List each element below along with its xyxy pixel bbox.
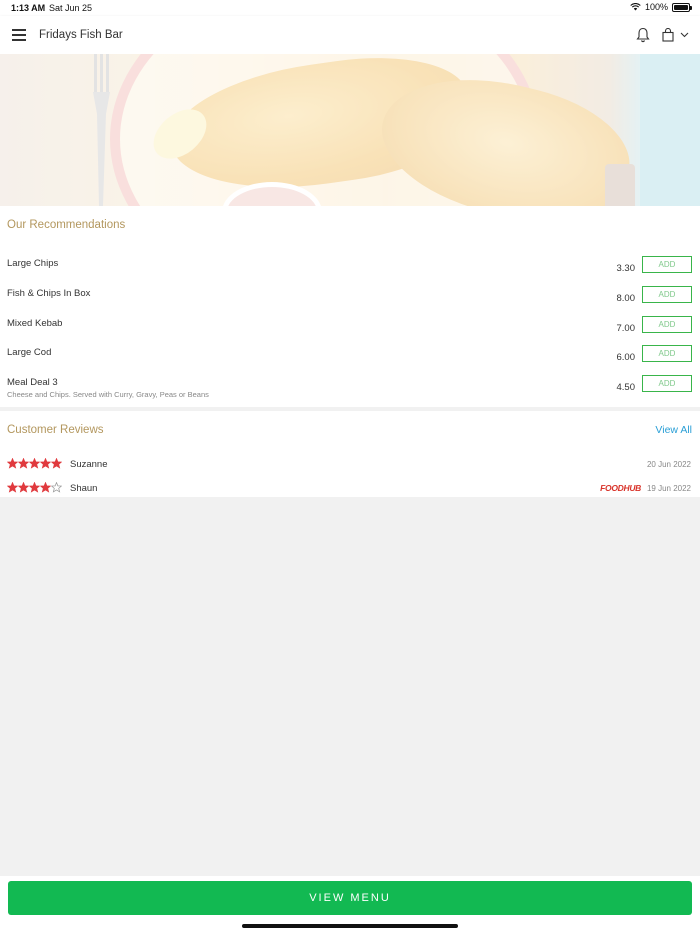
hero-food-image (0, 54, 700, 206)
item-description: Cheese and Chips. Served with Curry, Gra… (7, 390, 209, 399)
item-name: Mixed Kebab (7, 318, 63, 329)
menu-icon[interactable] (12, 29, 26, 41)
chevron-down-icon[interactable] (680, 32, 689, 38)
star-filled-icon (7, 458, 18, 469)
star-filled-icon (40, 482, 51, 493)
add-button[interactable]: ADD (642, 375, 692, 392)
item-price: 6.00 (616, 352, 636, 363)
add-button[interactable]: ADD (642, 256, 692, 273)
reviewer-name: Suzanne (70, 459, 108, 470)
shopping-bag-icon[interactable] (662, 28, 674, 42)
foodhub-logo: FOODHUB (600, 483, 641, 493)
star-filled-icon (29, 458, 40, 469)
review-item: Shaun FOODHUB 19 Jun 2022 (0, 482, 700, 498)
item-price: 4.50 (616, 382, 636, 393)
recommendation-item: Large Chips 3.30 ADD (0, 256, 700, 286)
recommendation-item: Meal Deal 3 Cheese and Chips. Served wit… (0, 375, 700, 405)
reviews-section: Customer Reviews View All Suzanne 20 Jun… (0, 411, 700, 497)
status-date: Sat Jun 25 (49, 3, 93, 13)
add-button[interactable]: ADD (642, 316, 692, 333)
item-name: Fish & Chips In Box (7, 288, 91, 299)
view-all-link[interactable]: View All (655, 424, 692, 436)
bottom-bar: VIEW MENU (0, 876, 700, 934)
bell-icon[interactable] (636, 27, 650, 43)
status-bar: 1:13 AM Sat Jun 25 100% (0, 0, 700, 16)
recommendations-title: Our Recommendations (7, 219, 126, 231)
recommendation-item: Fish & Chips In Box 8.00 ADD (0, 286, 700, 316)
star-filled-icon (29, 482, 40, 493)
review-date: 19 Jun 2022 (646, 484, 691, 493)
star-filled-icon (40, 458, 51, 469)
recommendations-section: Our Recommendations Large Chips 3.30 ADD… (0, 206, 700, 407)
app-header: Fridays Fish Bar (0, 16, 700, 54)
item-price: 8.00 (616, 293, 636, 304)
review-item: Suzanne 20 Jun 2022 (0, 458, 700, 474)
item-name: Large Chips (7, 258, 59, 269)
item-price: 3.30 (616, 263, 636, 274)
star-rating (7, 482, 62, 493)
review-date: 20 Jun 2022 (646, 460, 691, 469)
item-price: 7.00 (616, 323, 636, 334)
add-button[interactable]: ADD (642, 286, 692, 303)
view-menu-button[interactable]: VIEW MENU (8, 881, 692, 915)
reviews-title: Customer Reviews (7, 424, 104, 436)
status-time: 1:13 AM (11, 3, 46, 13)
status-right: 100% (630, 2, 692, 12)
wifi-icon (630, 3, 641, 11)
battery-icon (672, 2, 692, 12)
star-filled-icon (51, 458, 62, 469)
add-button[interactable]: ADD (642, 345, 692, 362)
item-name: Meal Deal 3 (7, 377, 58, 388)
star-filled-icon (18, 458, 29, 469)
star-empty-icon (51, 482, 62, 493)
item-name: Large Cod (7, 347, 52, 358)
star-filled-icon (7, 482, 18, 493)
star-rating (7, 458, 62, 469)
home-indicator (242, 924, 458, 928)
battery-percent: 100% (644, 2, 668, 12)
restaurant-title: Fridays Fish Bar (39, 29, 123, 41)
star-filled-icon (18, 482, 29, 493)
recommendation-item: Mixed Kebab 7.00 ADD (0, 316, 700, 346)
reviewer-name: Shaun (70, 483, 98, 494)
recommendation-item: Large Cod 6.00 ADD (0, 345, 700, 375)
